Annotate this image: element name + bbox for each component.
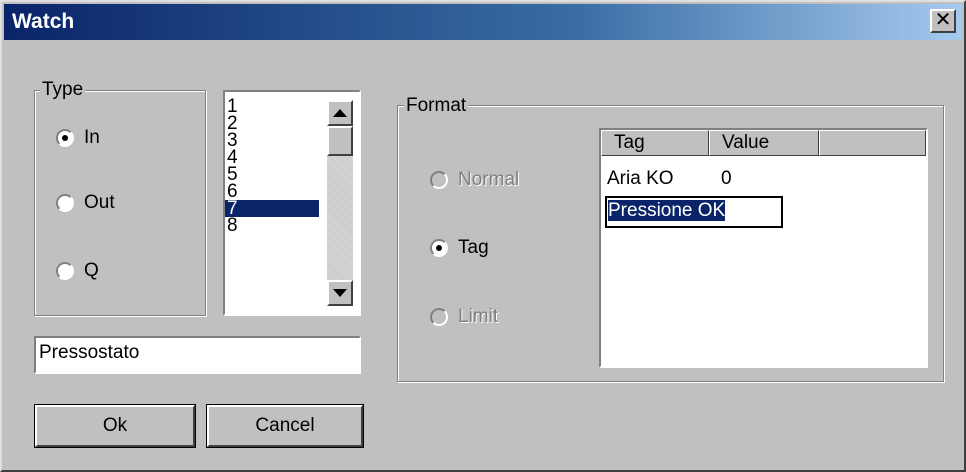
radio-limit-indicator [430, 308, 448, 326]
radio-limit-label: Limit [458, 306, 499, 327]
list-item[interactable]: 3 [225, 131, 319, 150]
grid-edit-text: Pressione OK [608, 200, 726, 221]
format-group-label: Format [404, 95, 469, 116]
close-icon[interactable]: ✕ [930, 9, 956, 33]
name-input-value: Pressostato [39, 342, 140, 363]
grid-cell-tag[interactable]: Aria KO [607, 168, 674, 190]
type-group-label: Type [40, 79, 86, 100]
grid-edit-cell[interactable]: Pressione OK [605, 196, 783, 228]
name-input[interactable]: Pressostato [34, 336, 361, 374]
cancel-button[interactable]: Cancel [206, 404, 364, 448]
grid-cell-value[interactable]: 0 [721, 168, 732, 190]
list-item[interactable]: 6 [225, 182, 319, 201]
radio-tag-label: Tag [458, 237, 489, 258]
radio-q-label: Q [84, 260, 99, 281]
listbox-items: 1 2 3 4 5 6 7 8 [225, 98, 319, 320]
radio-type-out[interactable]: Out [56, 192, 115, 214]
radio-q-indicator [56, 262, 74, 280]
list-item[interactable]: 5 [225, 165, 319, 184]
listbox-scrollbar[interactable] [327, 100, 353, 306]
number-listbox[interactable]: 1 2 3 4 5 6 7 8 [223, 90, 361, 316]
watch-dialog: Watch ✕ Type In Out Q 1 2 3 4 5 6 7 8 Pr… [0, 0, 966, 472]
radio-type-in[interactable]: In [56, 127, 100, 149]
list-item-selected[interactable]: 7 [225, 199, 319, 218]
radio-out-label: Out [84, 192, 115, 213]
list-item[interactable]: 2 [225, 114, 319, 133]
radio-normal-indicator [430, 171, 448, 189]
scroll-up-button[interactable] [327, 100, 353, 126]
scroll-thumb[interactable] [327, 126, 353, 156]
title-bar[interactable]: Watch ✕ [4, 4, 962, 40]
radio-type-q[interactable]: Q [56, 260, 99, 282]
radio-format-limit: Limit [430, 306, 498, 328]
window-title: Watch [12, 10, 75, 33]
radio-tag-indicator [430, 239, 448, 257]
list-item[interactable]: 8 [225, 216, 319, 235]
list-item[interactable]: 4 [225, 148, 319, 167]
list-item[interactable]: 1 [225, 98, 319, 116]
arrow-down-icon [333, 289, 347, 297]
tag-grid[interactable]: Tag Value Aria KO 0 Pressione OK [599, 128, 928, 368]
radio-format-tag[interactable]: Tag [430, 237, 489, 259]
radio-in-indicator [56, 129, 74, 147]
grid-header-tag[interactable]: Tag [601, 130, 709, 156]
scroll-down-button[interactable] [327, 280, 353, 306]
radio-normal-label: Normal [458, 169, 520, 190]
arrow-up-icon [333, 109, 347, 117]
grid-header-filler [819, 130, 926, 156]
radio-format-normal: Normal [430, 169, 519, 191]
radio-out-indicator [56, 194, 74, 212]
grid-header-value[interactable]: Value [709, 130, 819, 156]
radio-in-label: In [84, 127, 100, 148]
ok-button[interactable]: Ok [34, 404, 196, 448]
